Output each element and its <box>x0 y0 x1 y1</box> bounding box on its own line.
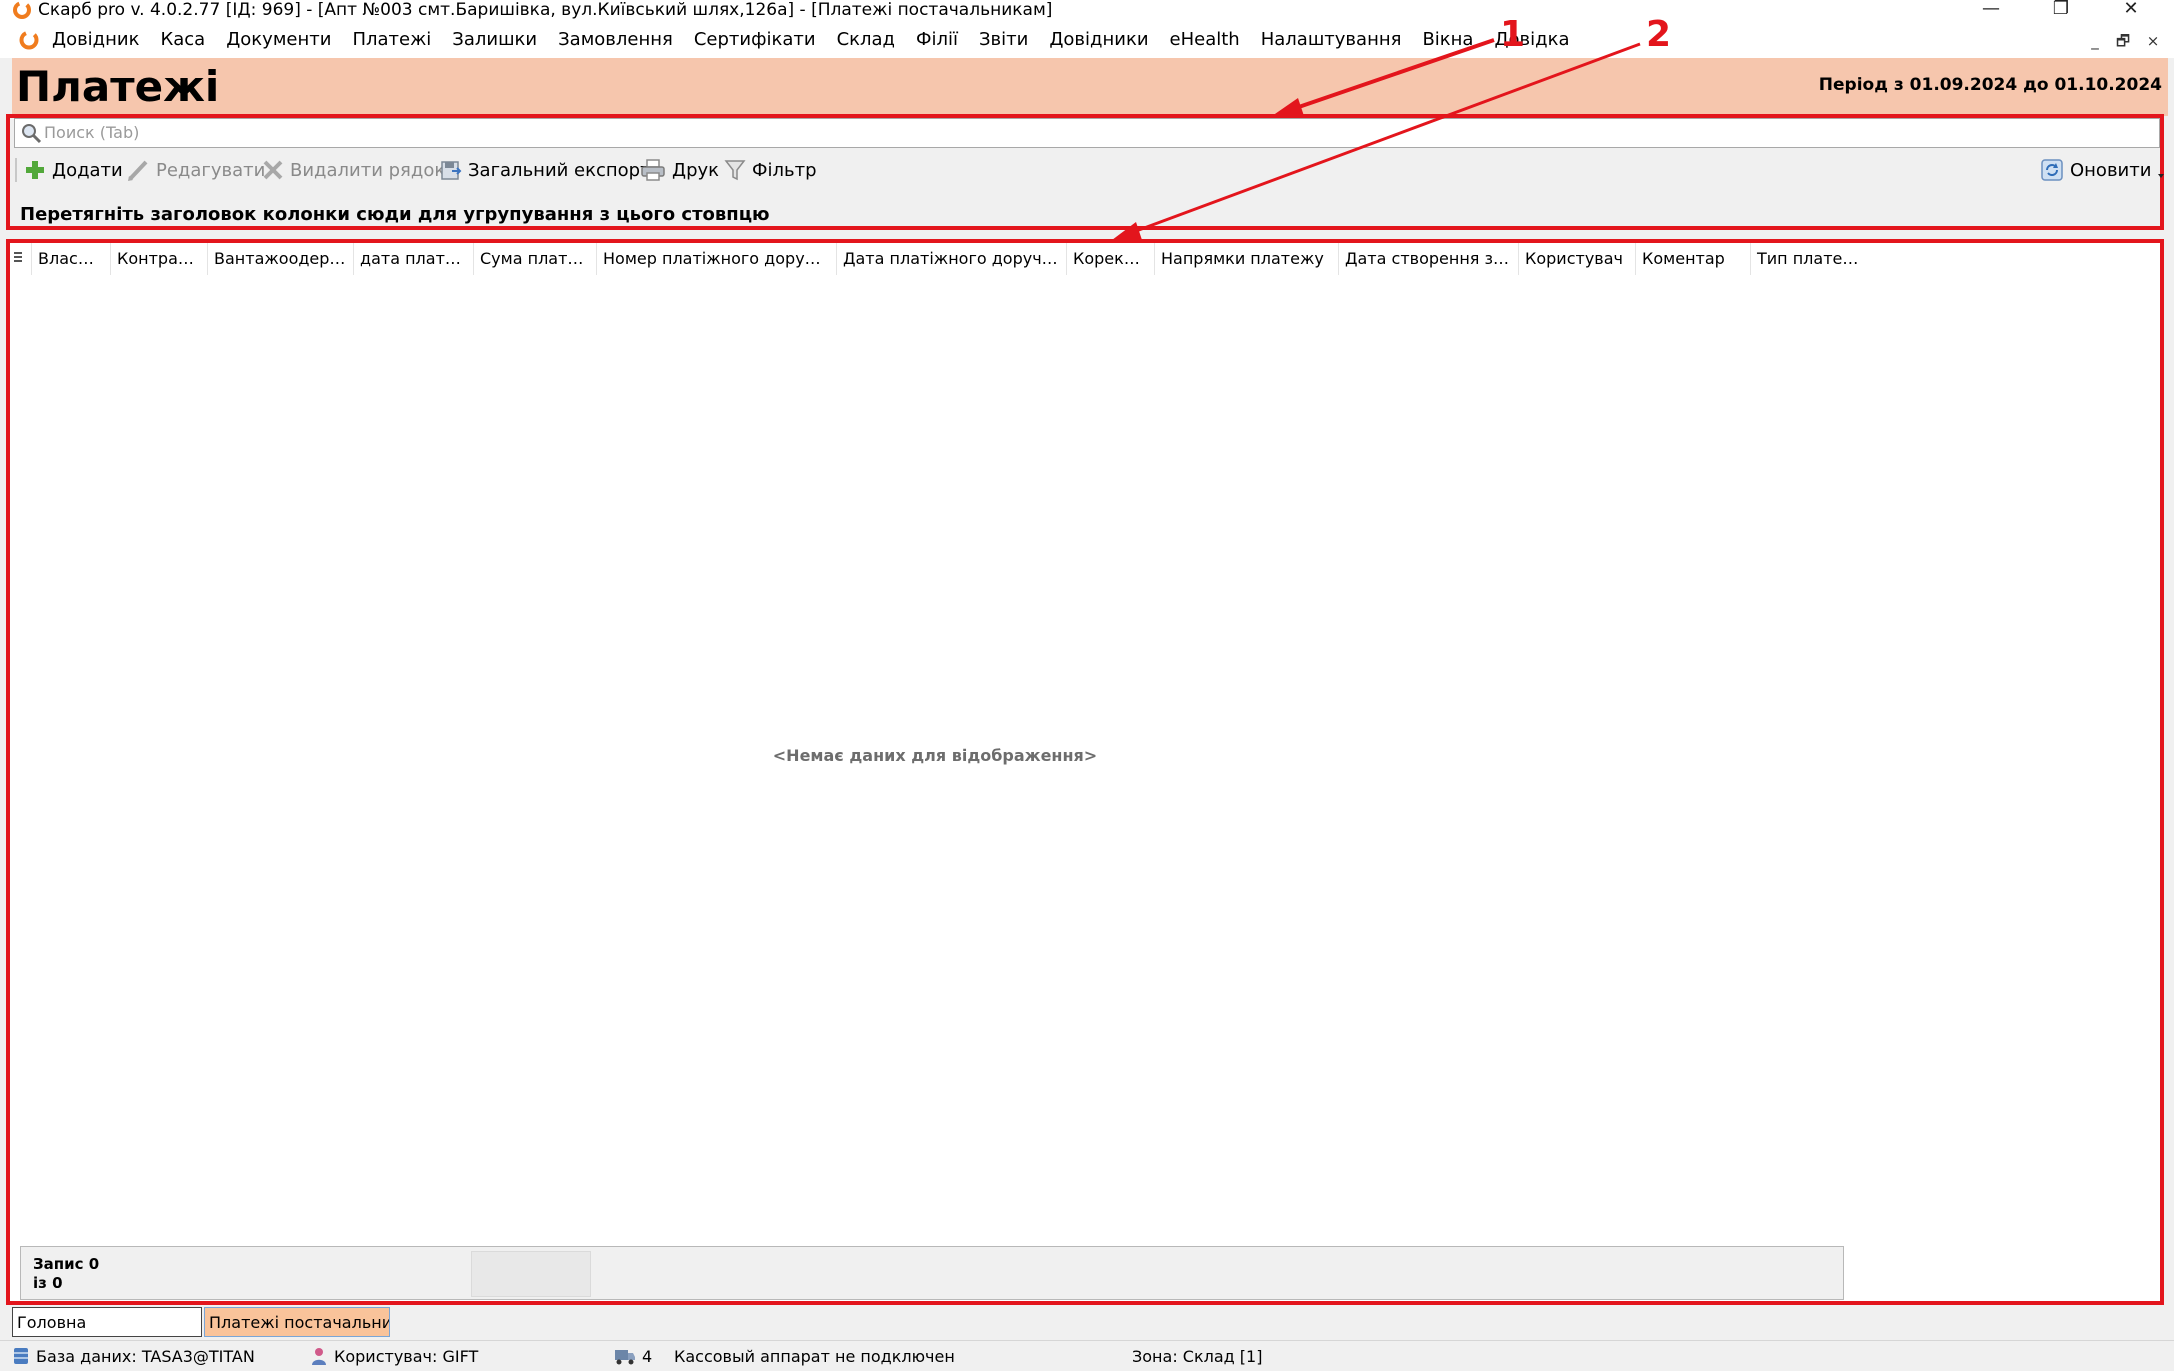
column-header-counterparty[interactable]: Контрагент <box>111 243 208 275</box>
title-bar: Скарб pro v. 4.0.2.77 [ІД: 969] - [Апт №… <box>0 0 2174 20</box>
export-icon <box>441 161 462 180</box>
print-button[interactable]: Друк <box>640 152 719 188</box>
delete-x-icon <box>263 160 283 180</box>
menu-item-zalyshky[interactable]: Залишки <box>452 29 537 50</box>
window-title: Скарб pro v. 4.0.2.77 [ІД: 969] - [Апт №… <box>38 0 1053 20</box>
delete-row-button-label: Видалити рядок <box>290 159 446 181</box>
page-header: Платежі Період з 01.09.2024 до 01.10.202… <box>12 58 2168 116</box>
add-button[interactable]: Додати <box>24 152 123 188</box>
minimize-button[interactable]: — <box>1966 0 2016 20</box>
footer-summary-cell <box>471 1251 591 1297</box>
menu-item-zamovlennia[interactable]: Замовлення <box>558 29 673 50</box>
column-header-correction[interactable]: Корекція <box>1067 243 1155 275</box>
app-menu-icon[interactable] <box>18 29 40 51</box>
toolbar-grip-icon <box>15 158 17 182</box>
menu-item-dovidnyk[interactable]: Довідник <box>52 29 139 50</box>
column-header-consignee[interactable]: Вантажоодерж... <box>208 243 354 275</box>
menu-item-nalashtuvannia[interactable]: Налаштування <box>1261 29 1402 50</box>
column-header-created-date[interactable]: Дата створення за... <box>1339 243 1519 275</box>
menu-item-ehealth[interactable]: eHealth <box>1170 29 1240 50</box>
add-button-label: Додати <box>52 159 123 181</box>
status-database: База даних: TASA3@TITAN <box>12 1341 255 1371</box>
mdi-close-button[interactable]: × <box>2140 32 2166 50</box>
menu-item-dokumenty[interactable]: Документи <box>226 29 331 50</box>
refresh-button[interactable]: Оновити <box>2040 152 2151 188</box>
toolbar: Додати Редагувати Видалити рядок Загальн… <box>14 152 2164 188</box>
toolbar-overflow-chevron-icon[interactable] <box>2156 170 2166 180</box>
refresh-icon <box>2041 159 2063 181</box>
menu-item-zvity[interactable]: Звіти <box>979 29 1028 50</box>
app-logo-icon <box>13 1 31 19</box>
database-icon <box>14 1348 28 1364</box>
column-header-payment-amount[interactable]: Сума платежу <box>474 243 597 275</box>
grid-empty-message: <Немає даних для відображення> <box>772 746 1098 765</box>
filter-funnel-icon <box>724 160 746 181</box>
delete-row-button[interactable]: Видалити рядок <box>262 152 445 188</box>
menu-item-sklad[interactable]: Склад <box>837 29 895 50</box>
column-header-owner[interactable]: Власник <box>32 243 111 275</box>
grid-footer: Запис 0 із 0 <box>20 1246 1844 1300</box>
column-header-payment-directions[interactable]: Напрямки платежу <box>1155 243 1339 275</box>
status-count-text: 4 <box>642 1346 653 1366</box>
filter-button-label: Фільтр <box>752 159 817 181</box>
tab-home[interactable]: Головна <box>12 1307 202 1337</box>
edit-button-label: Редагувати <box>156 159 266 181</box>
printer-icon <box>641 159 665 181</box>
menu-item-sertyfikaty[interactable]: Сертифікати <box>694 29 816 50</box>
menu-item-filii[interactable]: Філії <box>916 29 958 50</box>
print-button-label: Друк <box>672 159 720 181</box>
status-count: 4 <box>614 1341 652 1371</box>
status-database-text: База даних: TASA3@TITAN <box>36 1346 255 1366</box>
status-user: Користувач: GIFT <box>310 1341 478 1371</box>
column-header-user[interactable]: Користувач <box>1519 243 1636 275</box>
tab-strip: Головна Платежі постачальни ... <box>0 1305 2174 1339</box>
menu-bar: Довідник Каса Документи Платежі Залишки … <box>0 20 2174 58</box>
refresh-button-label: Оновити <box>2070 159 2152 181</box>
edit-button[interactable]: Редагувати <box>126 152 265 188</box>
menu-items: Довідник Каса Документи Платежі Залишки … <box>52 20 1591 58</box>
filter-button[interactable]: Фільтр <box>724 152 817 188</box>
period-label[interactable]: Період з 01.09.2024 до 01.10.2024 <box>1819 75 2162 95</box>
grid-header: Власник Контрагент Вантажоодерж... дата … <box>10 243 1865 275</box>
column-header-payment-order-number[interactable]: Номер платіжного доручення <box>597 243 837 275</box>
restore-button[interactable]: ❐ <box>2036 0 2086 20</box>
annotation-label-2: 2 <box>1646 14 1672 55</box>
column-header-payment-date[interactable]: дата платежу <box>354 243 474 275</box>
search-placeholder: Поиск (Tab) <box>44 123 140 142</box>
column-header-payment-type[interactable]: Тип платежу <box>1751 243 1865 275</box>
search-input[interactable] <box>14 118 2160 148</box>
plus-icon <box>26 161 44 179</box>
column-chooser-icon[interactable] <box>10 243 32 275</box>
menu-item-kasa[interactable]: Каса <box>160 29 205 50</box>
search-icon <box>22 124 42 144</box>
truck-icon <box>615 1350 635 1365</box>
menu-item-dovidnyky[interactable]: Довідники <box>1049 29 1148 50</box>
menu-item-vikna[interactable]: Вікна <box>1422 29 1473 50</box>
status-zone: Зона: Склад [1] <box>1132 1346 1263 1366</box>
user-icon <box>312 1348 326 1365</box>
annotation-box-2 <box>6 239 2164 1305</box>
tab-supplier-payments[interactable]: Платежі постачальни ... <box>204 1307 390 1337</box>
column-header-comment[interactable]: Коментар <box>1636 243 1751 275</box>
status-cash-register: Кассовый аппарат не подключен <box>674 1346 955 1366</box>
export-button-label: Загальний експорт <box>468 159 651 181</box>
status-user-text: Користувач: GIFT <box>334 1346 479 1366</box>
record-count: Запис 0 із 0 <box>33 1255 100 1292</box>
column-header-payment-order-date[interactable]: Дата платіжного доручення <box>837 243 1067 275</box>
group-by-hint[interactable]: Перетягніть заголовок колонки сюди для у… <box>20 204 770 225</box>
annotation-label-1: 1 <box>1500 14 1526 55</box>
close-button[interactable]: ✕ <box>2106 0 2156 20</box>
page-title: Платежі <box>16 62 220 111</box>
mdi-restore-button[interactable]: 🗗 <box>2110 32 2136 50</box>
export-button[interactable]: Загальний експорт <box>440 152 651 188</box>
mdi-minimize-button[interactable]: _ <box>2082 32 2108 50</box>
pencil-icon <box>128 160 148 181</box>
menu-item-platezhi[interactable]: Платежі <box>352 29 431 50</box>
status-bar: База даних: TASA3@TITAN Користувач: GIFT… <box>0 1340 2174 1371</box>
